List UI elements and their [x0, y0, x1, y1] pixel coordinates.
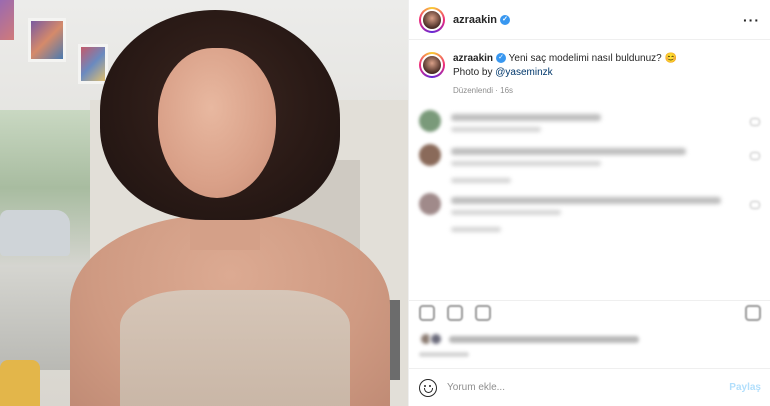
caption-avatar[interactable]: [419, 52, 445, 78]
comment-text-blurred: [451, 114, 601, 121]
comment-meta-blurred: [451, 161, 601, 166]
comment-item: [409, 187, 770, 221]
person-face: [158, 48, 276, 198]
caption-text: Yeni saç modelimi nasıl buldunuz? 😊: [508, 53, 677, 64]
comment-avatar[interactable]: [419, 144, 441, 166]
post-photo[interactable]: [0, 0, 408, 406]
post-details-panel: azraakin ✓ ··· azraakin ✓ Yeni saç modelim…: [408, 0, 770, 406]
comment-meta-blurred: [451, 210, 561, 215]
more-options-icon[interactable]: ···: [743, 12, 760, 28]
post-caption: azraakin ✓ Yeni saç modelimi nasıl buldun…: [409, 40, 770, 104]
caption-username[interactable]: azraakin: [453, 53, 493, 64]
like-icon[interactable]: [419, 304, 435, 321]
comment-text-blurred: [451, 197, 721, 204]
like-comment-icon[interactable]: [750, 201, 760, 209]
post-comment-button[interactable]: Paylaş: [729, 382, 761, 393]
photo-credit-label: Photo by: [453, 67, 496, 78]
add-comment-bar: Paylaş: [409, 368, 770, 406]
background-chair: [0, 360, 40, 406]
comment-icon[interactable]: [447, 304, 463, 321]
comment-item: [409, 104, 770, 138]
comment-input[interactable]: [447, 382, 730, 393]
background-car: [0, 210, 70, 256]
verified-badge-icon: ✓: [500, 14, 511, 25]
comment-avatar[interactable]: [419, 110, 441, 132]
view-replies-blurred[interactable]: [451, 178, 511, 183]
comment-text-blurred: [451, 148, 686, 155]
like-comment-icon[interactable]: [750, 118, 760, 126]
likes-summary-blurred[interactable]: [419, 332, 639, 346]
comment-item: [409, 138, 770, 172]
post-time-blurred: [419, 352, 469, 357]
view-replies-blurred[interactable]: [451, 227, 501, 232]
person-top: [120, 290, 350, 406]
edited-timestamp: Düzenlendi · 16s: [453, 86, 514, 95]
share-icon[interactable]: [475, 304, 491, 321]
like-comment-icon[interactable]: [750, 152, 760, 160]
post-header: azraakin ✓ ···: [409, 0, 770, 40]
stained-glass-window: [78, 44, 108, 84]
save-icon[interactable]: [745, 304, 761, 321]
verified-badge-icon: ✓: [496, 53, 507, 64]
photo-credit-mention[interactable]: @yaseminzk: [495, 67, 552, 78]
comment-meta-blurred: [451, 127, 541, 132]
post-action-bar: [409, 300, 770, 324]
emoji-icon[interactable]: [419, 378, 437, 397]
avatar[interactable]: [419, 6, 445, 33]
comment-avatar[interactable]: [419, 193, 441, 215]
header-username[interactable]: azraakin ✓: [453, 14, 511, 26]
stained-glass-window: [28, 18, 66, 62]
stained-glass-window: [0, 0, 14, 40]
